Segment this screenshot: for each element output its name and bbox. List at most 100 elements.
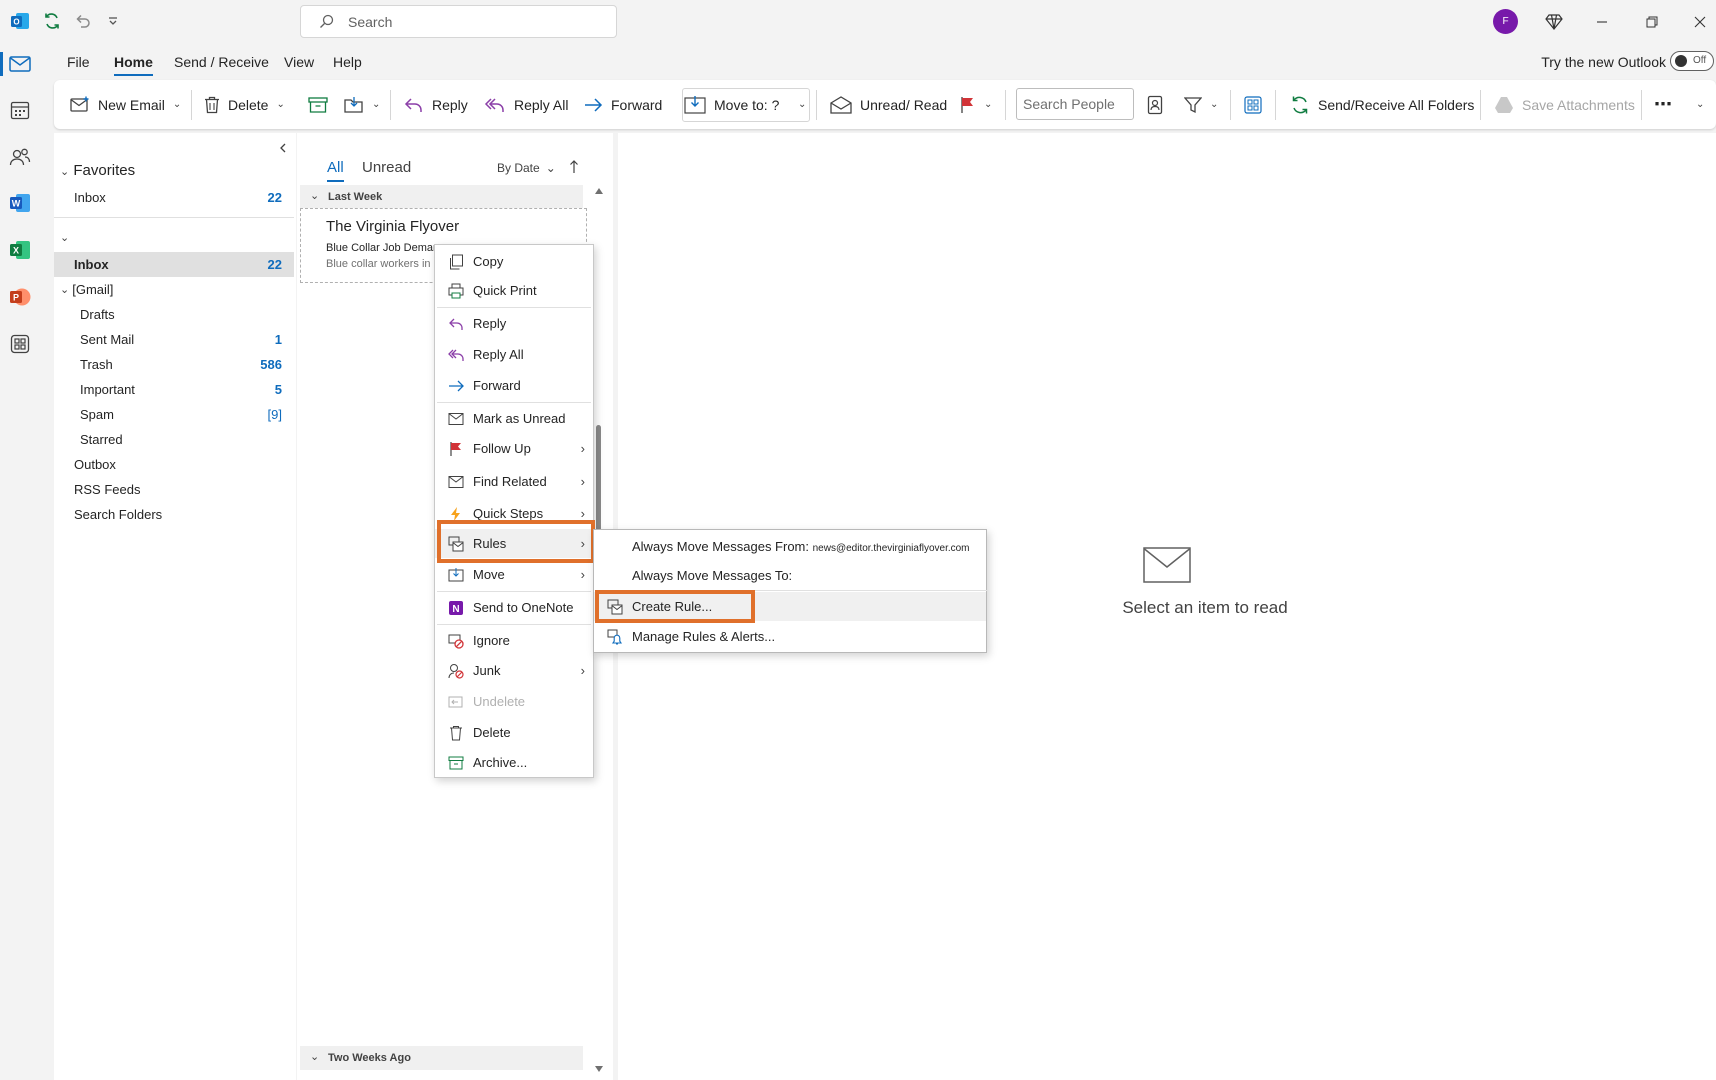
chevron-down-icon[interactable]: ⌄ — [276, 99, 284, 110]
menu-item-reply-all[interactable]: Reply All — [435, 340, 593, 369]
delete-button[interactable]: Delete ⌄ — [204, 80, 285, 129]
send-receive-all-button[interactable]: Send/Receive All Folders — [1290, 80, 1474, 129]
more-options-button[interactable]: ⋯ — [1654, 80, 1672, 129]
menu-item-copy[interactable]: Copy — [435, 247, 593, 276]
apps-button[interactable] — [1244, 80, 1262, 129]
folder-drafts[interactable]: Drafts — [54, 302, 294, 327]
folder-label: Starred — [80, 432, 123, 447]
restore-icon[interactable] — [1638, 8, 1666, 36]
ribbon-divider — [816, 90, 817, 120]
close-icon[interactable] — [1686, 8, 1714, 36]
submenu-item-always-move-to[interactable]: Always Move Messages To: — [594, 561, 986, 590]
scroll-down-arrow-icon[interactable] — [595, 1066, 603, 1072]
menu-item-delete[interactable]: Delete — [435, 718, 593, 747]
new-email-button[interactable]: New Email ⌄ — [70, 80, 181, 129]
unread-read-button[interactable]: Unread/ Read — [830, 80, 947, 129]
menu-item-quick-print[interactable]: Quick Print — [435, 276, 593, 305]
folder-gmail[interactable]: ⌄ [Gmail] — [54, 277, 294, 302]
search-input[interactable]: Search — [300, 5, 617, 38]
always-move-from-text: Always Move Messages From: — [632, 539, 809, 554]
folder-starred[interactable]: Starred — [54, 427, 294, 452]
chevron-down-icon: ⌄ — [310, 1051, 320, 1063]
reply-all-button[interactable]: Reply All — [484, 80, 568, 129]
menu-item-find-related[interactable]: Find Related › — [435, 467, 593, 496]
item-count: [9] — [267, 407, 282, 422]
submenu-item-manage-rules[interactable]: Manage Rules & Alerts... — [594, 622, 986, 651]
search-people-input[interactable]: Search People — [1016, 88, 1134, 120]
folder-sent-mail[interactable]: Sent Mail 1 — [54, 327, 294, 352]
sync-icon[interactable] — [41, 10, 63, 32]
ribbon-expand-button[interactable]: ⌄ — [1696, 80, 1704, 129]
favorites-header[interactable]: ⌄ Favorites — [60, 162, 135, 179]
powerpoint-icon[interactable]: P — [8, 285, 32, 309]
customize-toolbar-icon[interactable] — [102, 10, 124, 32]
tab-view[interactable]: View — [284, 54, 314, 70]
more-apps-icon[interactable] — [8, 332, 32, 356]
tab-file[interactable]: File — [67, 54, 90, 70]
folder-inbox[interactable]: Inbox 22 — [54, 252, 294, 277]
excel-icon[interactable]: X — [8, 238, 32, 262]
calendar-icon[interactable] — [8, 98, 32, 122]
menu-item-ignore[interactable]: Ignore — [435, 626, 593, 655]
folder-rss-feeds[interactable]: RSS Feeds — [54, 477, 294, 502]
collapse-pane-icon[interactable] — [278, 143, 288, 153]
menu-item-move[interactable]: Move › — [435, 560, 593, 589]
group-header-last-week[interactable]: ⌄ Last Week — [300, 185, 583, 209]
undelete-icon — [447, 693, 465, 711]
word-icon[interactable]: W — [8, 191, 32, 215]
folder-search-folders[interactable]: Search Folders — [54, 502, 294, 527]
favorite-inbox[interactable]: Inbox 22 — [54, 185, 294, 210]
chevron-down-icon[interactable]: ⌄ — [173, 99, 181, 110]
sort-by-button[interactable]: By Date ⌄ — [497, 161, 556, 175]
onenote-icon: N — [447, 599, 465, 617]
menu-item-mark-as-unread[interactable]: Mark as Unread — [435, 404, 593, 433]
chevron-down-icon[interactable]: ⌄ — [1210, 99, 1218, 110]
menu-item-send-to-onenote[interactable]: N Send to OneNote — [435, 593, 593, 622]
sort-direction-icon[interactable] — [569, 160, 579, 174]
minimize-icon[interactable] — [1588, 8, 1616, 36]
archive-button[interactable] — [308, 80, 328, 129]
account-chevron-down-icon[interactable]: ⌄ — [60, 231, 69, 244]
save-attachments-button[interactable]: Save Attachments — [1494, 80, 1635, 129]
undo-icon[interactable] — [72, 10, 94, 32]
move-to-dropdown[interactable]: ⌄ — [798, 80, 806, 129]
tab-help[interactable]: Help — [333, 54, 362, 70]
flag-button[interactable]: ⌄ — [960, 80, 992, 129]
scroll-thumb[interactable] — [596, 425, 601, 535]
new-outlook-toggle[interactable]: Off — [1670, 51, 1714, 71]
folder-important[interactable]: Important 5 — [54, 377, 294, 402]
filter-email-button[interactable]: ⌄ — [1184, 80, 1218, 129]
printer-icon — [447, 282, 465, 300]
reply-button[interactable]: Reply — [404, 80, 468, 129]
reply-all-icon — [447, 346, 465, 364]
chevron-down-icon[interactable]: ⌄ — [984, 99, 992, 110]
chevron-down-icon[interactable]: ⌄ — [372, 99, 380, 110]
folder-outbox[interactable]: Outbox — [54, 452, 294, 477]
forward-button[interactable]: Forward — [583, 80, 662, 129]
menu-item-follow-up[interactable]: Follow Up › — [435, 434, 593, 463]
folder-trash[interactable]: Trash 586 — [54, 352, 294, 377]
premium-diamond-icon[interactable] — [1540, 8, 1568, 36]
tab-send-receive[interactable]: Send / Receive — [174, 54, 269, 70]
move-to-button[interactable]: Move to: ? — [684, 80, 779, 129]
move-button[interactable]: ⌄ — [344, 80, 380, 129]
submenu-item-label: Manage Rules & Alerts... — [632, 629, 776, 644]
tab-home[interactable]: Home — [114, 54, 153, 76]
submenu-item-always-move-from[interactable]: Always Move Messages From: news@editor.t… — [594, 532, 986, 561]
menu-item-junk[interactable]: Junk › — [435, 656, 593, 685]
delete-label: Delete — [228, 96, 269, 113]
menu-item-forward[interactable]: Forward — [435, 371, 593, 400]
menu-item-archive[interactable]: Archive... — [435, 748, 593, 777]
people-icon[interactable] — [8, 145, 32, 169]
scroll-up-arrow-icon[interactable] — [595, 188, 603, 194]
svg-text:N: N — [452, 604, 459, 615]
folder-spam[interactable]: Spam [9] — [54, 402, 294, 427]
mail-icon[interactable] — [8, 52, 32, 76]
filter-tab-unread[interactable]: Unread — [362, 159, 411, 176]
group-header-two-weeks-ago[interactable]: ⌄ Two Weeks Ago — [300, 1046, 583, 1070]
address-book-button[interactable] — [1147, 80, 1163, 129]
message-subject: Blue Collar Job Demar — [326, 242, 437, 254]
avatar[interactable]: F — [1493, 9, 1518, 34]
menu-item-reply[interactable]: Reply — [435, 309, 593, 338]
filter-tab-all[interactable]: All — [327, 159, 344, 182]
